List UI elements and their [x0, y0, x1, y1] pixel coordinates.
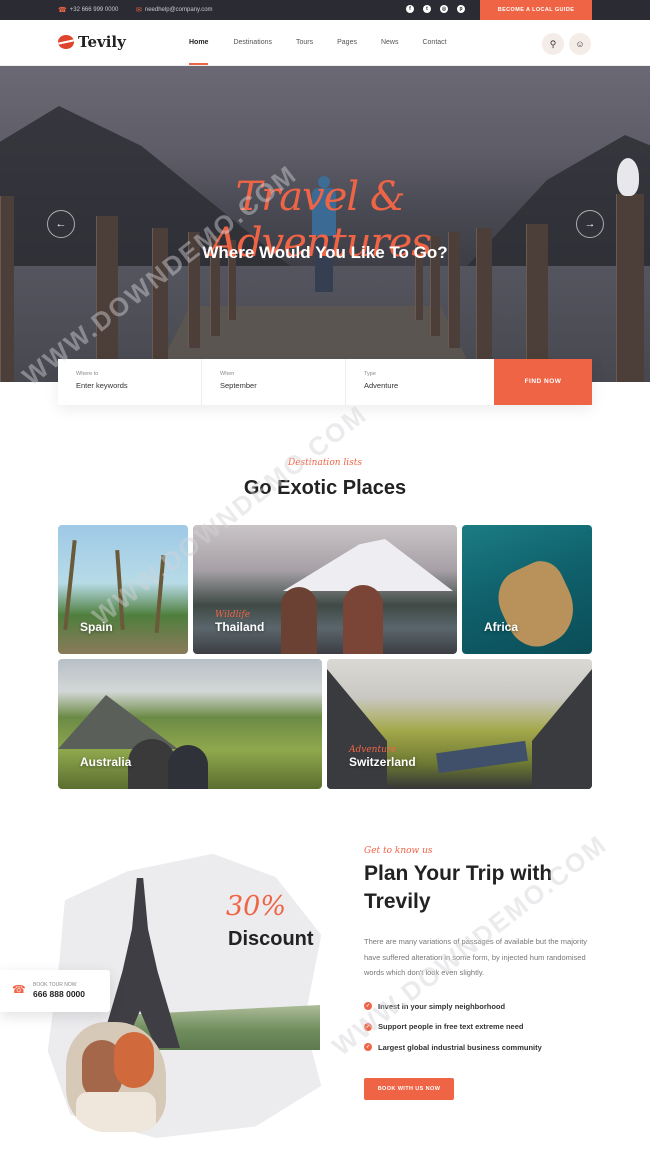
nav-item-tours[interactable]: Tours — [296, 39, 313, 46]
type-field[interactable]: Type Adventure — [346, 359, 490, 405]
destination-tile-australia[interactable]: Australia — [58, 659, 322, 789]
nav-item-pages[interactable]: Pages — [337, 39, 357, 46]
where-input[interactable]: Enter keywords — [76, 381, 201, 390]
topbar-phone[interactable]: ☎ +32 666 999 0000 — [58, 6, 118, 14]
destination-tile-spain[interactable]: Spain — [58, 525, 188, 654]
hero-banner: ← → Travel & Adventures Where Would You … — [0, 66, 650, 382]
destinations-eyebrow: Destination lists — [288, 458, 362, 468]
destination-tile-africa[interactable]: Africa — [462, 525, 592, 654]
topbar-email-text: needhelp@company.com — [144, 7, 213, 13]
plan-title: Plan Your Trip with Trevily — [364, 862, 553, 913]
type-label: Type — [364, 371, 376, 377]
bullet-text: Support people in free text extreme need — [378, 1022, 524, 1032]
phone-icon: ☎ — [12, 984, 26, 996]
nav-item-destinations[interactable]: Destinations — [233, 39, 272, 46]
book-tour-card[interactable]: ☎ Book Tour Now 666 888 0000 — [0, 970, 110, 1012]
bullet-text: Invest in your simply neighborhood — [378, 1001, 506, 1011]
list-item: ✓ Largest global industrial business comm… — [364, 1037, 542, 1058]
topbar-email[interactable]: ✉ needhelp@company.com — [136, 6, 213, 14]
discount-percent: 30% — [226, 891, 287, 922]
tile-label: Africa — [484, 620, 519, 634]
pier-post — [0, 196, 14, 382]
when-select[interactable]: September — [220, 381, 345, 390]
logo-text: Tevily — [78, 33, 126, 51]
tile-label: Thailand — [215, 620, 265, 634]
hero-subtitle: Where Would You Like To Go? — [202, 243, 448, 262]
destinations-title: Go Exotic Places — [243, 477, 407, 499]
logo-mark-icon — [58, 35, 74, 49]
when-label: When — [220, 371, 235, 377]
find-now-button[interactable]: Find Now — [494, 359, 592, 405]
facebook-icon[interactable]: f — [406, 5, 414, 13]
check-icon: ✓ — [364, 1002, 372, 1011]
book-tour-label: Book Tour Now — [33, 982, 77, 988]
email-icon: ✉ — [136, 7, 142, 14]
where-field[interactable]: Where to Enter keywords — [58, 359, 202, 405]
book-tour-phone[interactable]: 666 888 0000 — [33, 989, 85, 999]
user-icon[interactable]: ☺ — [569, 33, 591, 55]
destination-tile-switzerland[interactable]: Adventure Switzerland — [327, 659, 592, 789]
plan-paragraph: There are many variations of passages of… — [364, 937, 588, 977]
plan-eyebrow: Get to know us — [364, 846, 433, 856]
tile-tag: Wildlife — [215, 610, 251, 620]
twitter-icon[interactable]: t — [423, 5, 431, 13]
topbar-phone-text: +32 666 999 0000 — [69, 7, 119, 13]
nav-item-home[interactable]: Home — [189, 39, 209, 65]
discount-label: Discount — [228, 928, 314, 950]
nav-item-contact[interactable]: Contact — [422, 39, 446, 46]
where-label: Where to — [76, 371, 99, 377]
plan-bullets: ✓ Invest in your simply neighborhood ✓ Sup… — [364, 996, 542, 1058]
nav-menu: Home Destinations Tours Pages News Conta… — [189, 39, 447, 65]
list-item: ✓ Invest in your simply neighborhood — [364, 996, 542, 1017]
prev-slide-arrow-icon[interactable]: ← — [47, 210, 75, 238]
pier-post — [616, 194, 644, 382]
tile-label: Switzerland — [349, 755, 416, 769]
next-slide-arrow-icon[interactable]: → — [576, 210, 604, 238]
instagram-icon[interactable]: ◎ — [440, 5, 448, 13]
tile-label: Australia — [80, 755, 132, 769]
top-bar: ☎ +32 666 999 0000 ✉ needhelp@company.co… — [0, 0, 650, 20]
social-links: f t ◎ p — [406, 5, 465, 13]
seagull — [617, 158, 639, 196]
list-item: ✓ Support people in free text extreme nee… — [364, 1017, 542, 1038]
type-select[interactable]: Adventure — [364, 381, 490, 390]
check-icon: ✓ — [364, 1043, 372, 1052]
search-icon[interactable]: ⚲ — [542, 33, 564, 55]
logo[interactable]: Tevily — [58, 33, 126, 51]
nav-item-news[interactable]: News — [381, 39, 399, 46]
tile-label: Spain — [80, 620, 113, 634]
pier-post — [96, 216, 118, 382]
check-icon: ✓ — [364, 1022, 372, 1031]
pinterest-icon[interactable]: p — [457, 5, 465, 13]
book-with-us-button[interactable]: Book with us now — [364, 1078, 454, 1100]
search-bar: Where to Enter keywords When September T… — [58, 359, 592, 405]
become-guide-button[interactable]: Become a local guide — [480, 0, 592, 20]
when-field[interactable]: When September — [202, 359, 346, 405]
phone-icon: ☎ — [58, 7, 67, 14]
couple-photo — [66, 1022, 166, 1132]
bullet-text: Largest global industrial business commu… — [378, 1042, 542, 1052]
tile-tag: Adventure — [349, 745, 397, 755]
destination-tile-thailand[interactable]: Wildlife Thailand — [193, 525, 457, 654]
